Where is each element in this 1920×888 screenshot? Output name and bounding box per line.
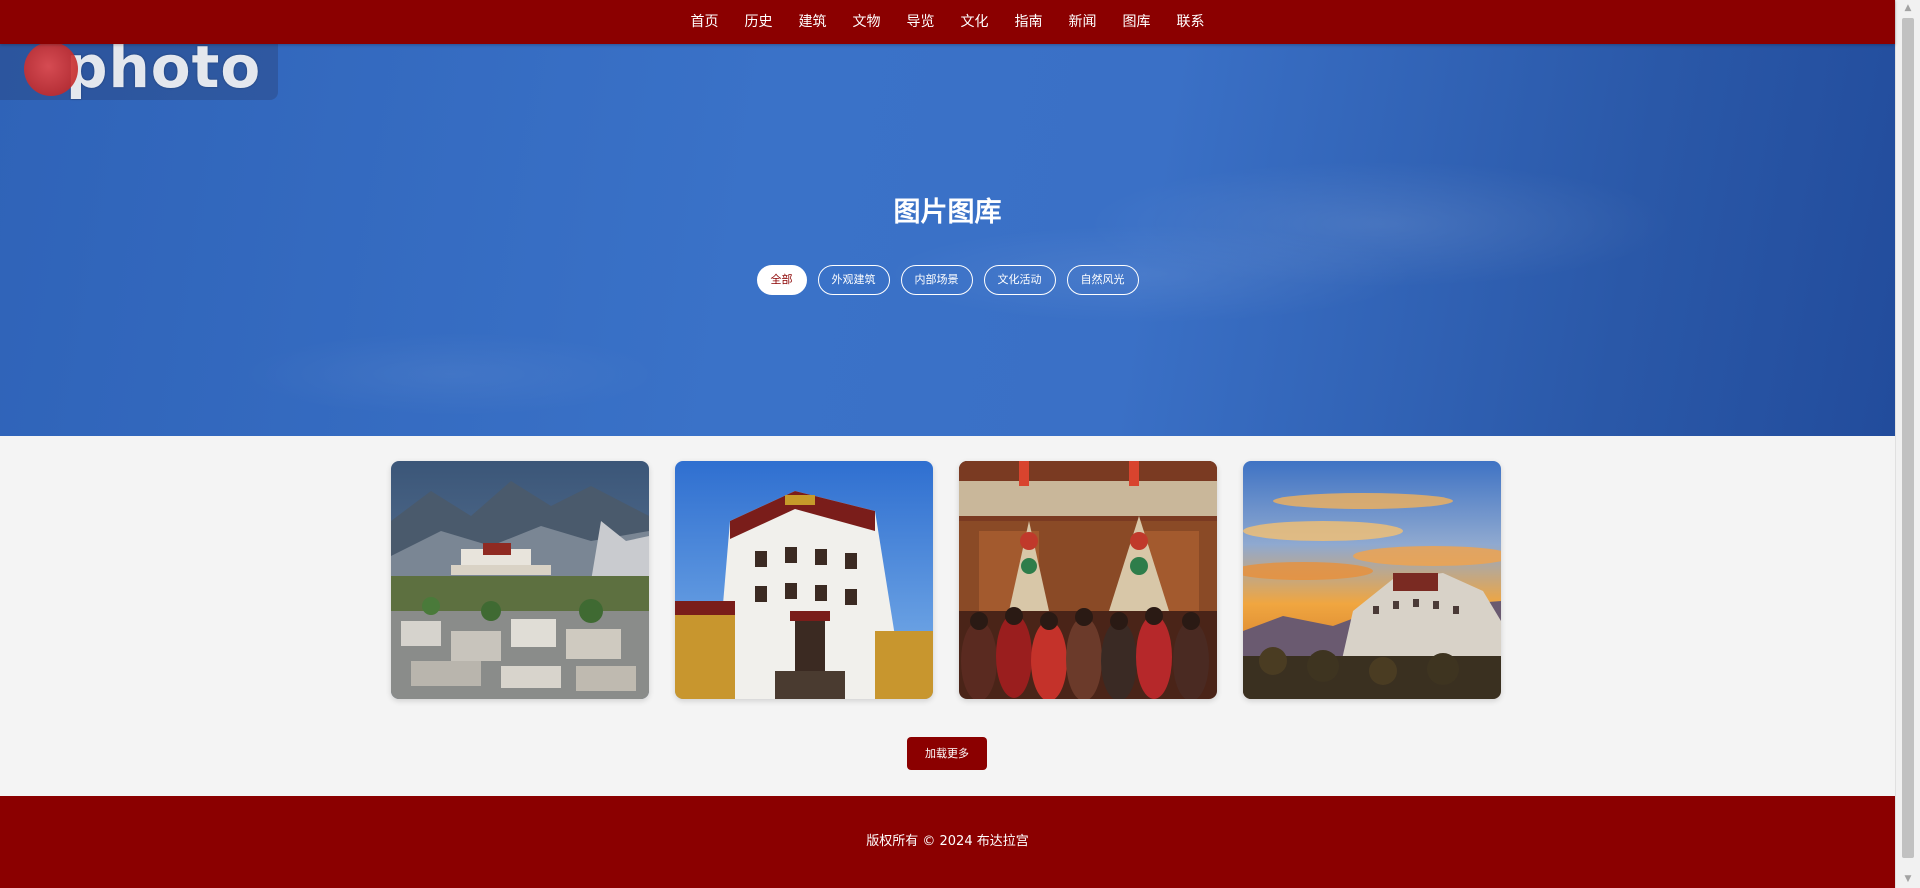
watermark-circle-icon <box>24 44 78 96</box>
filter-exterior-button[interactable]: 外观建筑 <box>817 265 890 295</box>
gallery-photo-palace-city[interactable] <box>391 461 649 699</box>
nav-item-history[interactable]: 历史 <box>745 0 773 44</box>
nav-item-gallery[interactable]: 图库 <box>1123 0 1151 44</box>
page: 首页 历史 建筑 文物 导览 文化 指南 新闻 图库 联系 photo 图片图库… <box>0 0 1895 888</box>
nav-item-architecture[interactable]: 建筑 <box>799 0 827 44</box>
footer-copyright: 版权所有 © 2024 布达拉宫 <box>866 834 1029 849</box>
interior-ceremony-image <box>959 461 1217 699</box>
page-title: 图片图库 <box>893 197 1002 228</box>
scrollbar-thumb[interactable] <box>1902 18 1914 858</box>
filter-culture-button[interactable]: 文化活动 <box>983 265 1056 295</box>
gallery-photo-interior-ceremony[interactable] <box>959 461 1217 699</box>
gallery-photo-palace-facade[interactable] <box>675 461 933 699</box>
photo-watermark-logo: photo <box>0 44 278 101</box>
nav-item-news[interactable]: 新闻 <box>1069 0 1097 44</box>
palace-sunset-image <box>1243 461 1501 699</box>
nav-item-guide[interactable]: 指南 <box>1015 0 1043 44</box>
nav-item-relics[interactable]: 文物 <box>853 0 881 44</box>
filter-interior-button[interactable]: 内部场景 <box>900 265 973 295</box>
palace-city-image <box>391 461 649 699</box>
nav-item-tour[interactable]: 导览 <box>907 0 935 44</box>
footer: 版权所有 © 2024 布达拉宫 <box>0 796 1895 888</box>
category-filters: 全部 外观建筑 内部场景 文化活动 自然风光 <box>0 265 1895 295</box>
palace-facade-image <box>675 461 933 699</box>
watermark-text: photo <box>66 44 262 101</box>
nav-item-home[interactable]: 首页 <box>691 0 719 44</box>
photo-gallery <box>391 461 1501 699</box>
filter-nature-button[interactable]: 自然风光 <box>1066 265 1139 295</box>
filter-all-button[interactable]: 全部 <box>756 265 807 295</box>
nav-item-culture[interactable]: 文化 <box>961 0 989 44</box>
load-more-button[interactable]: 加载更多 <box>907 737 987 770</box>
nav-item-contact[interactable]: 联系 <box>1177 0 1205 44</box>
scroll-down-arrow-icon[interactable]: ▼ <box>1896 871 1920 888</box>
gallery-photo-palace-sunset[interactable] <box>1243 461 1501 699</box>
vertical-scrollbar[interactable]: ▲ ▼ <box>1895 0 1920 888</box>
scroll-up-arrow-icon[interactable]: ▲ <box>1896 0 1920 17</box>
top-navigation: 首页 历史 建筑 文物 导览 文化 指南 新闻 图库 联系 <box>0 0 1895 44</box>
hero-banner: photo 图片图库 全部 外观建筑 内部场景 文化活动 自然风光 <box>0 44 1895 436</box>
